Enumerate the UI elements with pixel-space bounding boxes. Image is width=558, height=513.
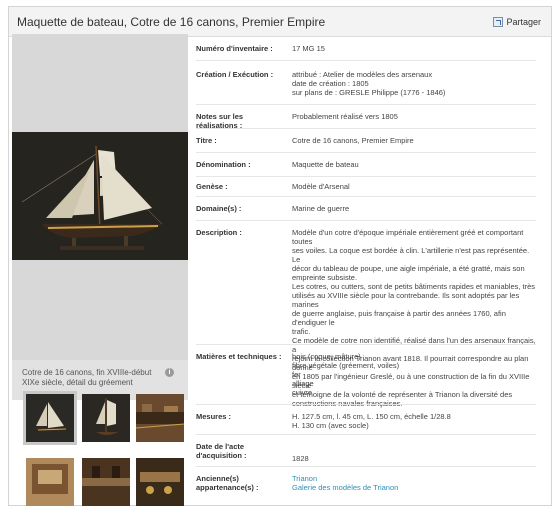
divider: [196, 128, 536, 129]
value-notes: Probablement réalisé vers 1805: [292, 112, 398, 121]
share-button[interactable]: Partager: [493, 17, 541, 27]
thumbnail-4-image: [26, 458, 74, 506]
image-gallery: Cotre de 16 canons, fin XVIIIe-début XIX…: [12, 34, 188, 506]
label-description: Description :: [196, 228, 242, 237]
galerie-link[interactable]: Galerie des modèles de Trianon: [292, 483, 536, 492]
appartenance-label-line: appartenance(s) :: [196, 483, 259, 492]
materiaux-line: alliage: [292, 379, 314, 388]
divider: [196, 404, 536, 405]
thumbnail-6-image: [136, 458, 184, 506]
thumbnail-2-image: [82, 394, 130, 442]
share-icon: [493, 17, 504, 27]
label-genese: Genèse :: [196, 182, 228, 191]
value-inventaire: 17 MG 15: [292, 44, 325, 53]
label-titre: Titre :: [196, 136, 217, 145]
divider: [196, 344, 536, 345]
divider: [196, 176, 536, 177]
divider: [196, 466, 536, 467]
value-genese: Modèle d'Arsenal: [292, 182, 350, 191]
value-mesures: H. 127.5 cm, l. 45 cm, L. 150 cm, échell…: [292, 412, 536, 430]
thumbnail-5[interactable]: [82, 458, 130, 506]
divider: [196, 60, 536, 61]
image-caption: Cotre de 16 canons, fin XVIIIe-début XIX…: [22, 368, 162, 388]
description-line: utilisés au XVIIIe siècle pour la contre…: [292, 291, 520, 309]
label-denomination: Dénomination :: [196, 160, 251, 169]
value-creation: attribué : Atelier de modèles des arsena…: [292, 70, 536, 97]
description-line: Les cotres, ou cutters, sont de petits b…: [292, 282, 536, 291]
creation-line: attribué : Atelier de modèles des arsena…: [292, 70, 433, 79]
thumbnail-2[interactable]: [82, 394, 130, 442]
description-line: de guerre anglaise, puis française à par…: [292, 309, 506, 327]
mesures-line: H. 127.5 cm, l. 45 cm, L. 150 cm, échell…: [292, 412, 451, 421]
main-image-area: [12, 34, 188, 360]
divider: [196, 104, 536, 105]
main-image[interactable]: [12, 132, 188, 260]
value-titre: Cotre de 16 canons, Premier Empire: [292, 136, 414, 145]
label-inventaire: Numéro d'inventaire :: [196, 44, 273, 53]
label-mesures: Mesures :: [196, 412, 232, 421]
label-materiaux: Matières et techniques :: [196, 352, 282, 361]
creation-line: date de création : 1805: [292, 79, 369, 88]
acquisition-label-line: Date de l'acte: [196, 442, 245, 451]
creation-line: sur plans de : GRESLE Philippe (1776 - 1…: [292, 88, 446, 97]
thumbnail-5-image: [82, 458, 130, 506]
caption-line-2: XIXe siècle, détail du gréement: [22, 378, 133, 387]
value-acquisition: 1828: [292, 454, 309, 463]
description-line: Modèle d'un cotre d'époque impériale ent…: [292, 228, 524, 246]
description-line: ses voiles. La coque est bordée à clin. …: [292, 246, 530, 264]
thumbnail-1-image: [26, 394, 74, 442]
share-label: Partager: [506, 17, 541, 27]
thumbnail-4[interactable]: [26, 458, 74, 506]
label-appartenance: Ancienne(s) appartenance(s) :: [196, 474, 286, 492]
domaine-link[interactable]: Marine de guerre: [292, 204, 536, 213]
divider: [196, 196, 536, 197]
trianon-link[interactable]: Trianon: [292, 474, 536, 483]
label-creation: Création / Exécution :: [196, 70, 274, 79]
divider: [196, 220, 536, 221]
label-domaine: Domaine(s) :: [196, 204, 242, 213]
caption-line-1: Cotre de 16 canons, fin XVIIIe-début: [22, 368, 152, 377]
description-line: empreinte subsiste.: [292, 273, 358, 282]
appartenance-label-line: Ancienne(s): [196, 474, 239, 483]
value-denomination: Maquette de bateau: [292, 160, 359, 169]
materiaux-line: bois (coque, mâture): [292, 352, 361, 361]
value-appartenance: Trianon Galerie des modèles de Trianon: [292, 474, 536, 492]
description-line: trafic.: [292, 327, 311, 336]
mesures-line: H. 130 cm (avec socle): [292, 421, 369, 430]
label-acquisition: Date de l'acte d'acquisition :: [196, 442, 286, 460]
thumbnail-3[interactable]: [136, 394, 184, 442]
value-materiaux: bois (coque, mâture) fibre végétale (gré…: [292, 352, 536, 397]
info-icon[interactable]: i: [165, 368, 174, 377]
thumbnail-3-image: [136, 394, 184, 442]
thumbnail-1[interactable]: [23, 391, 77, 445]
divider: [196, 434, 536, 435]
materiaux-line: fibre végétale (gréement, voiles): [292, 361, 400, 370]
notice-header: Maquette de bateau, Cotre de 16 canons, …: [9, 7, 551, 37]
materiaux-line: cuivre: [292, 388, 313, 397]
materiaux-line: fer: [292, 370, 301, 379]
acquisition-label-line: d'acquisition :: [196, 451, 247, 460]
ship-model-image: [12, 132, 188, 260]
thumbnail-6[interactable]: [136, 458, 184, 506]
description-line: décor du tableau de poupe, une aigle imp…: [292, 264, 525, 273]
divider: [196, 152, 536, 153]
page-title: Maquette de bateau, Cotre de 16 canons, …: [17, 15, 326, 29]
